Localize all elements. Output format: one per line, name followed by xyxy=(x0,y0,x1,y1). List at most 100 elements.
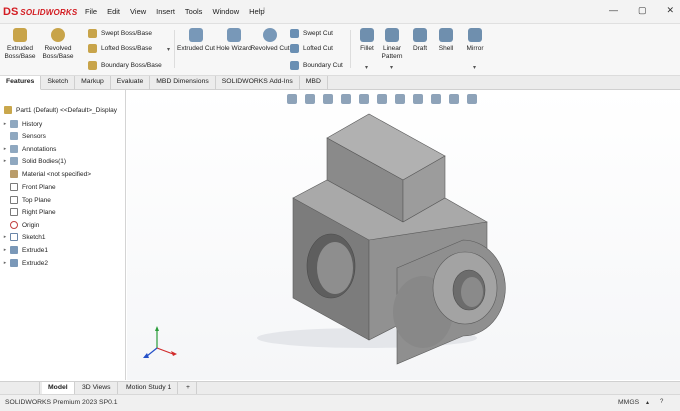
history-icon xyxy=(10,120,18,128)
swept-cut-button[interactable]: Swept Cut xyxy=(290,29,333,38)
mirror-button[interactable]: Mirror xyxy=(455,28,495,53)
chevron-right-icon[interactable]: ▸ xyxy=(2,247,8,253)
revolved-boss-button[interactable]: Revolved Boss/Base xyxy=(38,28,78,61)
sketch-icon xyxy=(10,233,18,241)
chevron-down-icon[interactable]: ▾ xyxy=(167,46,170,53)
draft-icon xyxy=(413,28,427,42)
status-bar: SOLIDWORKS Premium 2023 SP0.1 MMGS ▴ ? xyxy=(0,394,680,411)
hole-wizard-button[interactable]: Hole Wizard xyxy=(214,28,254,53)
window-controls: — ▢ ✕ xyxy=(609,5,674,16)
menu-insert[interactable]: Insert xyxy=(151,7,180,16)
part-icon xyxy=(4,106,12,114)
solidworks-logo[interactable]: DS SOLIDWORKS xyxy=(3,5,77,19)
shell-icon xyxy=(439,28,453,42)
menu-tools[interactable]: Tools xyxy=(180,7,208,16)
extruded-boss-icon xyxy=(13,28,27,42)
tab-motion-study-1[interactable]: Motion Study 1 xyxy=(120,382,179,394)
extruded-cut-icon xyxy=(189,28,203,42)
menu-bar: File Edit View Insert Tools Window Help xyxy=(80,7,270,16)
status-product: SOLIDWORKS Premium 2023 SP0.1 xyxy=(5,399,118,406)
tab-markup[interactable]: Markup xyxy=(75,76,111,90)
sensors-icon xyxy=(10,132,18,140)
solid-bodies-icon xyxy=(10,157,18,165)
command-manager: Extruded Boss/Base Revolved Boss/Base Sw… xyxy=(0,24,680,76)
tree-item-annotations[interactable]: ▸ Annotations xyxy=(2,143,56,155)
plane-icon xyxy=(10,183,18,191)
tree-item-right-plane[interactable]: Right Plane xyxy=(2,206,56,218)
menu-edit[interactable]: Edit xyxy=(102,7,125,16)
tree-item-top-plane[interactable]: Top Plane xyxy=(2,194,51,206)
brand-name: SOLIDWORKS xyxy=(20,7,78,17)
tree-item-sensors[interactable]: Sensors xyxy=(2,130,46,142)
plane-icon xyxy=(10,208,18,216)
tab-model[interactable]: Model xyxy=(42,382,75,394)
tree-item-extrude2[interactable]: ▸ Extrude2 xyxy=(2,257,48,269)
graphics-area[interactable] xyxy=(127,90,680,380)
chevron-right-icon[interactable]: ▸ xyxy=(2,234,8,240)
boundary-boss-button[interactable]: Boundary Boss/Base xyxy=(88,61,162,70)
tree-item-origin[interactable]: Origin xyxy=(2,219,39,231)
chevron-right-icon[interactable]: ▸ xyxy=(2,121,8,127)
add-tab-button[interactable]: + xyxy=(180,382,197,394)
menu-help[interactable]: Help xyxy=(244,7,269,16)
minimize-button[interactable]: — xyxy=(609,5,618,16)
tab-evaluate[interactable]: Evaluate xyxy=(111,76,151,90)
command-tabs: Features Sketch Markup Evaluate MBD Dime… xyxy=(0,76,680,90)
tree-item-front-plane[interactable]: Front Plane xyxy=(2,181,56,193)
boundary-cut-button[interactable]: Boundary Cut xyxy=(290,61,343,70)
lofted-boss-button[interactable]: Lofted Boss/Base xyxy=(88,44,152,53)
origin-icon xyxy=(10,221,18,229)
material-icon xyxy=(10,170,18,178)
bottom-tabs: Model 3D Views Motion Study 1 + xyxy=(0,381,680,394)
plane-icon xyxy=(10,196,18,204)
pin-icon[interactable]: ⊣ xyxy=(258,6,265,15)
swept-cut-icon xyxy=(290,29,299,38)
revolved-cut-icon xyxy=(263,28,277,42)
tree-root-part[interactable]: Part1 (Default) <<Default>_Display xyxy=(2,104,117,116)
revolved-cut-button[interactable]: Revolved Cut xyxy=(250,28,290,53)
chevron-right-icon[interactable]: ▸ xyxy=(2,158,8,164)
feature-manager-tree: Part1 (Default) <<Default>_Display ▸ His… xyxy=(0,90,126,380)
units-indicator[interactable]: MMGS xyxy=(618,399,639,406)
chevron-down-icon[interactable]: ▾ xyxy=(473,64,476,71)
extruded-boss-button[interactable]: Extruded Boss/Base xyxy=(0,28,40,61)
menu-view[interactable]: View xyxy=(125,7,151,16)
tab-solidworks-add-ins[interactable]: SOLIDWORKS Add-Ins xyxy=(216,76,300,90)
tab-sketch[interactable]: Sketch xyxy=(41,76,76,90)
swept-boss-icon xyxy=(88,29,97,38)
boundary-boss-icon xyxy=(88,61,97,70)
swept-boss-button[interactable]: Swept Boss/Base xyxy=(88,29,152,38)
lofted-cut-button[interactable]: Lofted Cut xyxy=(290,44,333,53)
chevron-right-icon[interactable]: ▸ xyxy=(2,260,8,266)
lofted-boss-icon xyxy=(88,44,97,53)
tab-mbd[interactable]: MBD xyxy=(300,76,328,90)
tree-item-material[interactable]: Material <not specified> xyxy=(2,168,91,180)
chevron-up-icon[interactable]: ▴ xyxy=(646,399,649,406)
extrude-icon xyxy=(10,246,18,254)
close-button[interactable]: ✕ xyxy=(666,5,674,16)
coordinate-triad xyxy=(143,326,177,358)
extruded-cut-button[interactable]: Extruded Cut xyxy=(176,28,216,53)
tab-mbd-dimensions[interactable]: MBD Dimensions xyxy=(150,76,216,90)
lofted-cut-icon xyxy=(290,44,299,53)
menu-file[interactable]: File xyxy=(80,7,102,16)
chevron-down-icon[interactable]: ▾ xyxy=(390,64,393,71)
tree-item-solid-bodies[interactable]: ▸ Solid Bodies(1) xyxy=(2,155,66,167)
chevron-right-icon[interactable]: ▸ xyxy=(2,146,8,152)
ribbon-separator xyxy=(174,30,175,68)
chevron-down-icon[interactable]: ▾ xyxy=(365,64,368,71)
revolved-boss-icon xyxy=(51,28,65,42)
mirror-icon xyxy=(468,28,482,42)
menu-window[interactable]: Window xyxy=(207,7,244,16)
annotations-icon xyxy=(10,145,18,153)
tree-item-history[interactable]: ▸ History xyxy=(2,118,42,130)
3d-part-model[interactable] xyxy=(127,90,680,380)
tab-3d-views[interactable]: 3D Views xyxy=(76,382,118,394)
linear-pattern-icon xyxy=(385,28,399,42)
tree-item-extrude1[interactable]: ▸ Extrude1 xyxy=(2,244,48,256)
model-cylinder-bore-inner xyxy=(461,277,483,307)
maximize-button[interactable]: ▢ xyxy=(638,5,647,16)
tree-item-sketch1[interactable]: ▸ Sketch1 xyxy=(2,231,46,243)
tab-features[interactable]: Features xyxy=(0,76,42,90)
help-icon[interactable]: ? xyxy=(660,399,663,405)
